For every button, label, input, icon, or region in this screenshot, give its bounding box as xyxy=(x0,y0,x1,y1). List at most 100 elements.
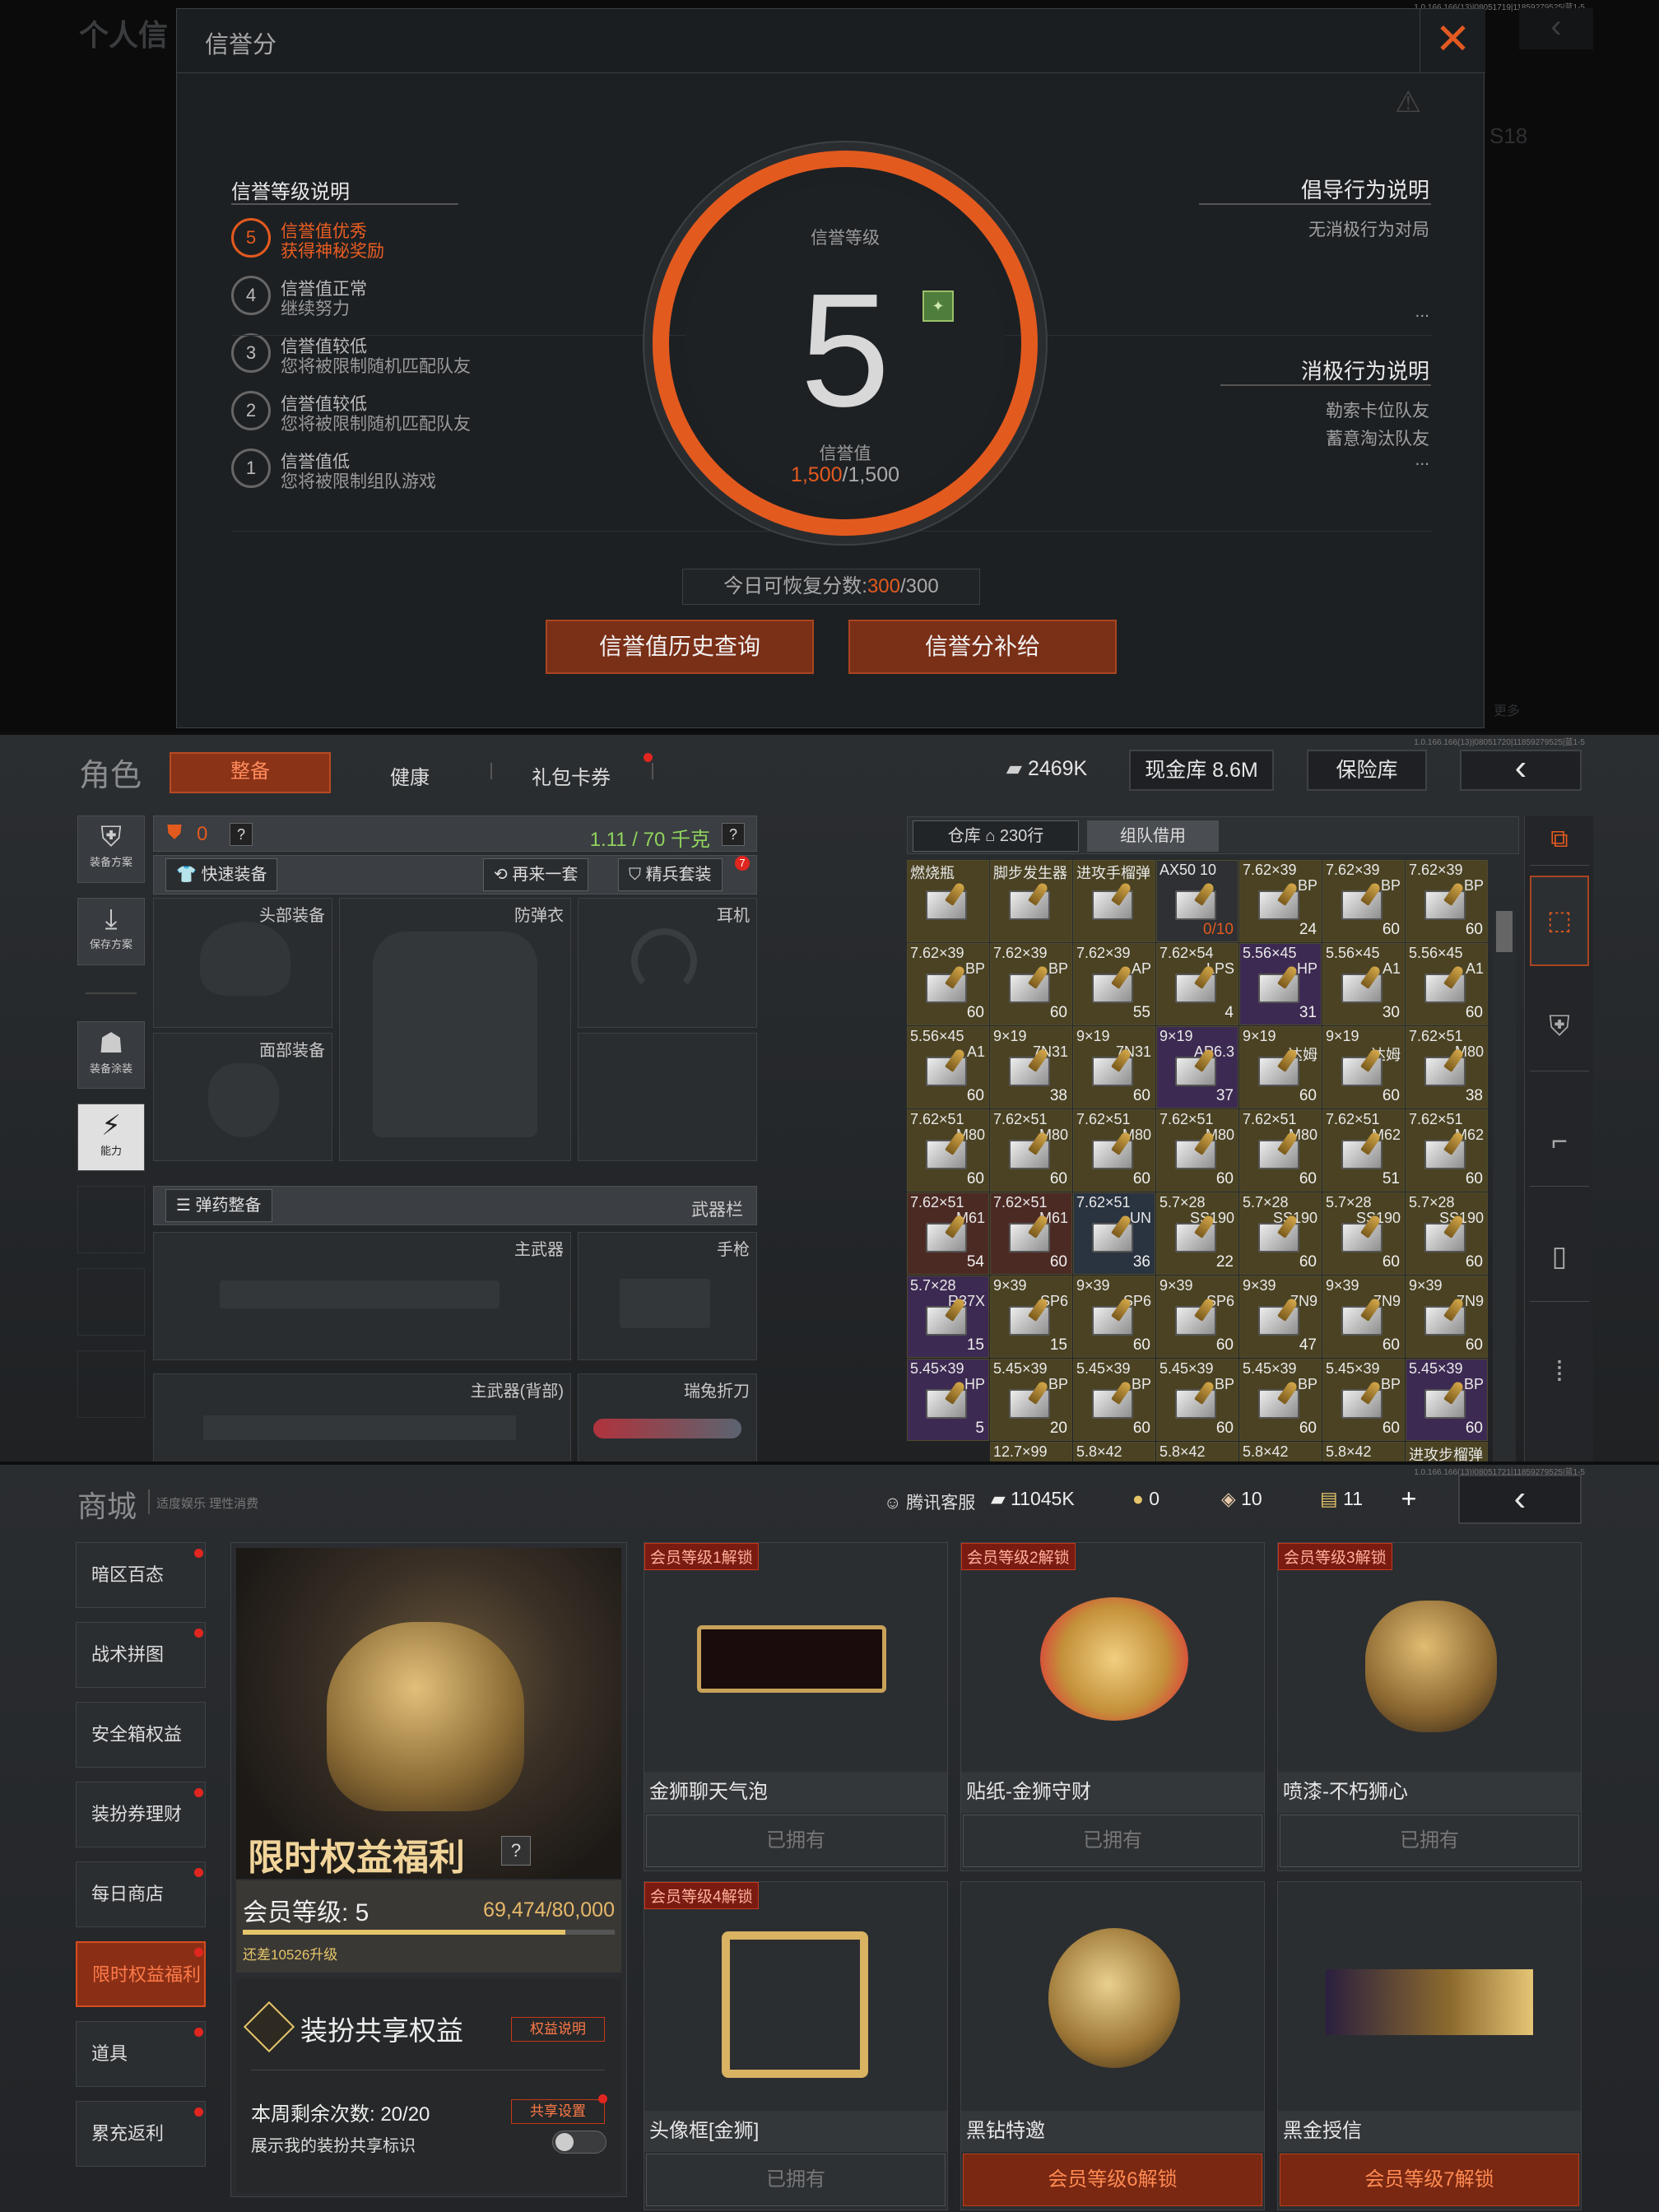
inventory-item[interactable]: 7.62×51 M61 54 xyxy=(907,1192,989,1275)
locked-button[interactable]: 会员等级6解锁 xyxy=(963,2154,1262,2206)
inventory-item[interactable]: 9×19 达姆 60 xyxy=(1239,1026,1322,1108)
pistol-slot[interactable]: 手枪 xyxy=(578,1232,757,1360)
inventory-item[interactable]: AX50 10 0/10 xyxy=(1156,860,1238,942)
credit-supplement-button[interactable]: 信誉分补给 xyxy=(848,620,1117,674)
inventory-item[interactable]: 7.62×51 M62 60 xyxy=(1406,1109,1488,1192)
inventory-item[interactable]: 9×19 7N31 38 xyxy=(990,1026,1072,1108)
inventory-item[interactable]: 7.62×51 M62 51 xyxy=(1322,1109,1405,1192)
elite-set-button[interactable]: ⛉ 精兵套装 xyxy=(618,858,723,891)
inventory-item[interactable]: 7.62×51 M61 60 xyxy=(990,1192,1072,1275)
inventory-item[interactable]: 9×39 7N9 60 xyxy=(1322,1276,1405,1358)
ammo-prepare-button[interactable]: ☰ 弹药整备 xyxy=(165,1189,272,1222)
equip-skin-button[interactable]: ☗ 装备涂装 xyxy=(77,1021,145,1089)
nav-item-limited-benefits[interactable]: 限时权益福利 xyxy=(76,1941,206,2007)
share-settings-button[interactable]: 共享设置 xyxy=(511,2099,605,2124)
back-icon[interactable]: ‹ xyxy=(1460,750,1582,791)
category-tab-magazine[interactable]: ▯ xyxy=(1530,1211,1589,1302)
inventory-item[interactable]: 5.56×45 A1 60 xyxy=(907,1026,989,1108)
nav-item-props[interactable]: 道具 xyxy=(76,2021,206,2087)
primary-weapon-slot[interactable]: 主武器 xyxy=(153,1232,571,1360)
owned-button[interactable]: 已拥有 xyxy=(963,1815,1262,1867)
inventory-item[interactable]: 5.56×45 HP 31 xyxy=(1239,943,1322,1025)
add-currency-button[interactable]: + xyxy=(1394,1485,1424,1514)
reward-card[interactable]: 黑金授信 会员等级7解锁 xyxy=(1277,1881,1582,2210)
face-slot[interactable]: 面部装备 xyxy=(153,1033,332,1161)
inventory-item[interactable]: 7.62×51 M80 60 xyxy=(1239,1109,1322,1192)
inventory-item[interactable]: 7.62×51 UN 36 xyxy=(1073,1192,1155,1275)
inventory-item[interactable]: 9×19 达姆 60 xyxy=(1322,1026,1405,1108)
inventory-item[interactable]: 7.62×39 BP 60 xyxy=(907,943,989,1025)
category-tab-weapon[interactable]: ⌐ xyxy=(1530,1096,1589,1187)
tab-health[interactable]: 健康 xyxy=(390,761,430,790)
inventory-item[interactable]: 5.45×39 BP 60 xyxy=(1156,1359,1238,1441)
inventory-item[interactable]: 5.45×39 BP 60 xyxy=(1322,1359,1405,1441)
tab-gift-cards[interactable]: 礼包卡券 xyxy=(532,761,611,790)
inventory-item[interactable]: 5.56×45 A1 60 xyxy=(1406,943,1488,1025)
inventory-item[interactable]: 7.62×54 LPS 4 xyxy=(1156,943,1238,1025)
quick-equip-button[interactable]: 👕 快速装备 xyxy=(165,858,278,891)
inventory-item[interactable]: 5.7×28SS19060 xyxy=(1322,1192,1405,1275)
inventory-item[interactable]: 7.62×39 BP 60 xyxy=(1406,860,1488,942)
inventory-item[interactable]: 9×39 SP6 60 xyxy=(1156,1276,1238,1358)
inventory-item[interactable]: 7.62×39 BP 24 xyxy=(1239,860,1322,942)
inventory-item[interactable]: 7.62×51 M80 60 xyxy=(1073,1109,1155,1192)
head-slot[interactable]: 头部装备 xyxy=(153,898,332,1028)
inventory-item[interactable]: 7.62×51 M80 38 xyxy=(1406,1026,1488,1108)
category-tab-all[interactable]: ⬚ xyxy=(1530,876,1589,966)
owned-button[interactable]: 已拥有 xyxy=(646,2154,946,2206)
inventory-item[interactable]: 5.45×39 BP 20 xyxy=(990,1359,1072,1441)
owned-button[interactable]: 已拥有 xyxy=(1280,1815,1579,1867)
inventory-item[interactable]: 9×19 7N31 60 xyxy=(1073,1026,1155,1108)
help-icon[interactable]: ? xyxy=(722,823,745,846)
inventory-item[interactable]: 7.62×39 BP 60 xyxy=(990,943,1072,1025)
inventory-item[interactable]: 进攻手榴弹 xyxy=(1073,860,1155,942)
inventory-item[interactable]: 5.45×39 BP 60 xyxy=(1239,1359,1322,1441)
nav-item-recharge-rebate[interactable]: 累充返利 xyxy=(76,2101,206,2167)
knife-slot[interactable]: 瑞兔折刀 xyxy=(578,1373,757,1465)
empty-slot[interactable] xyxy=(578,1033,757,1161)
cash-storage-button[interactable]: 现金库 8.6M xyxy=(1129,750,1274,791)
category-tab-ammo[interactable]: ⁞ xyxy=(1530,1327,1589,1417)
history-query-button[interactable]: 信誉值历史查询 xyxy=(546,620,814,674)
reward-card[interactable]: 会员等级1解锁 金狮聊天气泡 已拥有 xyxy=(644,1542,948,1871)
inventory-item[interactable]: 5.45×39 BP 60 xyxy=(1073,1359,1155,1441)
inventory-item[interactable]: 5.56×45 A1 30 xyxy=(1322,943,1405,1025)
benefit-explain-button[interactable]: 权益说明 xyxy=(511,2017,605,2042)
inventory-item[interactable]: 7.62×51 M80 60 xyxy=(990,1109,1072,1192)
inventory-item[interactable]: 9×19 AP6.3 37 xyxy=(1156,1026,1238,1108)
equip-plan-button[interactable]: ⛨ 装备方案 xyxy=(77,816,145,883)
inventory-item[interactable]: 9×39 SP6 15 xyxy=(990,1276,1072,1358)
inventory-item[interactable]: 5.45×39 BP 60 xyxy=(1406,1359,1488,1441)
again-button[interactable]: ⟲ 再来一套 xyxy=(483,858,589,891)
owned-button[interactable]: 已拥有 xyxy=(646,1815,946,1867)
back-icon[interactable]: ‹ xyxy=(1458,1475,1582,1524)
save-plan-button[interactable]: ⤓ 保存方案 xyxy=(77,898,145,965)
reward-card[interactable]: 会员等级2解锁 贴纸-金狮守财 已拥有 xyxy=(960,1542,1265,1871)
reward-card[interactable]: 黑钻特邀 会员等级6解锁 xyxy=(960,1881,1265,2210)
primary-back-slot[interactable]: 主武器(背部) xyxy=(153,1373,571,1465)
vest-slot[interactable]: 防弹衣 xyxy=(339,898,571,1161)
close-icon[interactable]: ✕ xyxy=(1420,9,1485,73)
inventory-item[interactable]: 脚步发生器 xyxy=(990,860,1072,942)
nav-item-tactical-puzzle[interactable]: 战术拼图 xyxy=(76,1622,206,1688)
category-tab-armor[interactable]: ⛨ xyxy=(1530,981,1589,1071)
nav-item-daily-shop[interactable]: 每日商店 xyxy=(76,1861,206,1927)
inventory-item[interactable]: 5.7×28SS19060 xyxy=(1239,1192,1322,1275)
inventory-item[interactable]: 5.7×28 R37X 15 xyxy=(907,1276,989,1358)
tab-prepare[interactable]: 整备 xyxy=(170,752,331,793)
nav-item-safe-box[interactable]: 安全箱权益 xyxy=(76,1702,206,1768)
stack-icon[interactable]: ⧉ xyxy=(1530,816,1589,866)
inventory-item[interactable]: 5.7×28SS19022 xyxy=(1156,1192,1238,1275)
reward-card[interactable]: 会员等级3解锁 喷漆-不朽狮心 已拥有 xyxy=(1277,1542,1582,1871)
nav-item-voucher-finance[interactable]: 装扮券理财 xyxy=(76,1782,206,1847)
inventory-scrollbar[interactable] xyxy=(1493,911,1516,1465)
locked-button[interactable]: 会员等级7解锁 xyxy=(1280,2154,1579,2206)
inventory-item[interactable]: 9×39 SP6 60 xyxy=(1073,1276,1155,1358)
inventory-item[interactable]: 9×39 7N9 47 xyxy=(1239,1276,1322,1358)
help-icon[interactable]: ? xyxy=(501,1836,531,1866)
inventory-item[interactable]: 5.45×39 HP 5 xyxy=(907,1359,989,1441)
storage-tab[interactable]: 仓库 ⌂ 230行 xyxy=(913,820,1079,852)
team-borrow-tab[interactable]: 组队借用 xyxy=(1087,820,1219,852)
inventory-item[interactable]: 5.7×28SS19060 xyxy=(1406,1192,1488,1275)
inventory-item[interactable]: 燃烧瓶 xyxy=(907,860,989,942)
